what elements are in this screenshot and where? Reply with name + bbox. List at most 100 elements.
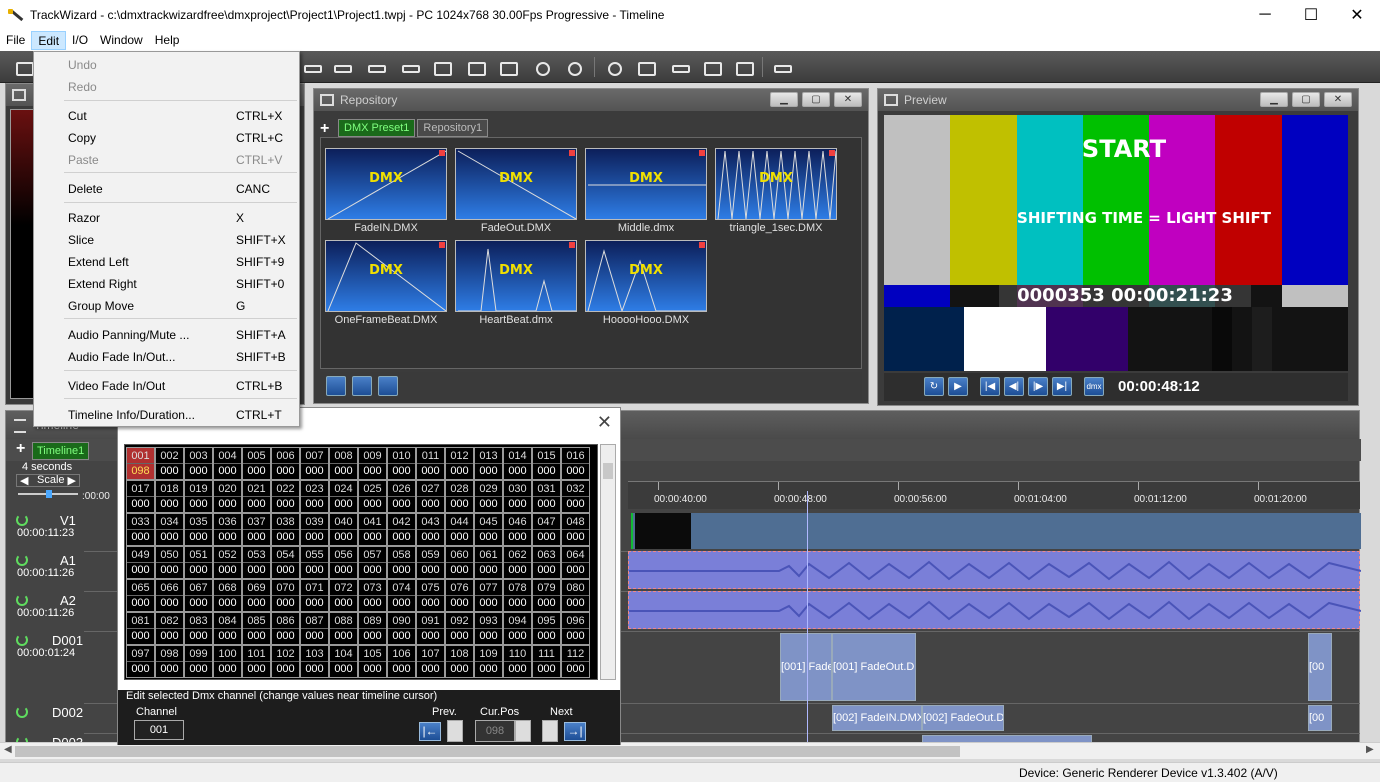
dmx-channel-cell[interactable]: 103 000 xyxy=(300,645,329,678)
dmx-channel-cell[interactable]: 029 000 xyxy=(474,480,503,513)
repository-restore-button[interactable]: ▢ xyxy=(802,92,830,107)
dmx-channel-cell[interactable]: 043 000 xyxy=(416,513,445,546)
menu-help[interactable]: Help xyxy=(149,31,186,50)
grid-icon[interactable] xyxy=(732,57,754,77)
dmx-channel-cell[interactable]: 091 000 xyxy=(416,612,445,645)
dmx-channel-cell[interactable]: 048 000 xyxy=(561,513,590,546)
dmx-channel-cell[interactable]: 112 000 xyxy=(561,645,590,678)
dmx-channel-cell[interactable]: 071 000 xyxy=(300,579,329,612)
audio-clip-a2[interactable] xyxy=(628,591,1361,629)
minimize-button[interactable]: ─ xyxy=(1242,0,1288,30)
step-forward-icon[interactable]: |▶ xyxy=(1028,377,1048,396)
dmx-channel-cell[interactable]: 045 000 xyxy=(474,513,503,546)
preview-minimize-button[interactable]: ▁ xyxy=(1260,92,1288,107)
tab-timeline1[interactable]: Timeline1 xyxy=(32,442,90,460)
menu-item-timeline-info-duration[interactable]: Timeline Info/Duration... CTRL+T xyxy=(34,404,299,426)
open-folder-icon[interactable] xyxy=(378,376,398,396)
dmx-clip-d002-fadein[interactable]: [002] FadeIN.DMX xyxy=(832,705,922,731)
dmx-channel-cell[interactable]: 056 000 xyxy=(329,546,358,579)
track-a2[interactable]: A2 00:00:11:26 xyxy=(12,593,84,631)
dmx-channel-cell[interactable]: 016 000 xyxy=(561,447,590,480)
dmx-channel-cell[interactable]: 087 000 xyxy=(300,612,329,645)
track-d001[interactable]: D001 00:00:01:24 xyxy=(12,633,84,701)
dmx-channel-cell[interactable]: 020 000 xyxy=(213,480,242,513)
preview-close-button[interactable]: ✕ xyxy=(1324,92,1352,107)
expand-icon[interactable] xyxy=(398,57,420,77)
menu-edit[interactable]: Edit xyxy=(31,31,67,50)
dmx-channel-cell[interactable]: 032 000 xyxy=(561,480,590,513)
power-icon[interactable] xyxy=(16,554,28,566)
dmx-channel-cell[interactable]: 061 000 xyxy=(474,546,503,579)
repository-minimize-button[interactable]: ▁ xyxy=(770,92,798,107)
dmx-channel-cell[interactable]: 018 000 xyxy=(155,480,184,513)
dmx-channel-cell[interactable]: 017 000 xyxy=(126,480,155,513)
menu-item-slice[interactable]: Slice SHIFT+X xyxy=(34,229,299,251)
dmx-channel-cell[interactable]: 046 000 xyxy=(503,513,532,546)
extend-icon[interactable] xyxy=(430,57,452,77)
dmx-channel-cell[interactable]: 090 000 xyxy=(387,612,416,645)
dmx-channel-cell[interactable]: 042 000 xyxy=(387,513,416,546)
time-ruler[interactable]: 00:00:40:00 00:00:48:00 00:00:56:00 00:0… xyxy=(628,481,1360,509)
dmx-channel-cell[interactable]: 080 000 xyxy=(561,579,590,612)
dmx-channel-cell[interactable]: 070 000 xyxy=(271,579,300,612)
dmx-channel-cell[interactable]: 009 000 xyxy=(358,447,387,480)
power-icon[interactable] xyxy=(16,594,28,606)
dmx-channel-cell[interactable]: 093 000 xyxy=(474,612,503,645)
track-a1[interactable]: A1 00:00:11:26 xyxy=(12,553,84,591)
dmx-channel-cell[interactable]: 015 000 xyxy=(532,447,561,480)
go-end-icon[interactable]: ▶| xyxy=(1052,377,1072,396)
dmx-channel-cell[interactable]: 098 000 xyxy=(155,645,184,678)
monitor-icon[interactable] xyxy=(700,57,722,77)
dmx-channel-cell[interactable]: 079 000 xyxy=(532,579,561,612)
preset-middle[interactable]: DMX Middle.dmx xyxy=(585,148,707,236)
move-left-icon[interactable] xyxy=(330,57,352,77)
dmx-channel-cell[interactable]: 026 000 xyxy=(387,480,416,513)
preset-triangle[interactable]: DMX triangle_1sec.DMX xyxy=(715,148,837,236)
dmx-channel-cell[interactable]: 094 000 xyxy=(503,612,532,645)
go-start-icon[interactable]: |◀ xyxy=(980,377,1000,396)
preset-heartbeat[interactable]: DMX HeartBeat.dmx xyxy=(455,240,577,328)
dmx-channel-cell[interactable]: 025 000 xyxy=(358,480,387,513)
audio-clip-a1[interactable] xyxy=(628,551,1361,589)
repository-close-button[interactable]: ✕ xyxy=(834,92,862,107)
curpos-field[interactable]: 098 xyxy=(475,720,515,742)
dmx-channel-cell[interactable]: 005 000 xyxy=(242,447,271,480)
dmx-channel-cell[interactable]: 039 000 xyxy=(300,513,329,546)
dmx-channel-cell[interactable]: 066 000 xyxy=(155,579,184,612)
dmx-channel-cell[interactable]: 100 000 xyxy=(213,645,242,678)
dmx-channel-cell[interactable]: 001 098 xyxy=(126,447,155,480)
dmx-channel-cell[interactable]: 008 000 xyxy=(329,447,358,480)
step-back-icon[interactable]: ◀| xyxy=(1004,377,1024,396)
menu-item-copy[interactable]: Copy CTRL+C xyxy=(34,127,299,149)
link-icon[interactable] xyxy=(530,57,552,77)
dmx-channel-cell[interactable]: 096 000 xyxy=(561,612,590,645)
dmx-channel-cell[interactable]: 036 000 xyxy=(213,513,242,546)
preset-oneframebeat[interactable]: DMX OneFrameBeat.DMX xyxy=(325,240,447,328)
play-icon[interactable]: ▶ xyxy=(948,377,968,396)
search-icon[interactable] xyxy=(602,57,624,77)
import-icon[interactable] xyxy=(326,376,346,396)
dmx-channel-cell[interactable]: 003 000 xyxy=(184,447,213,480)
dialog-close-button[interactable]: ✕ xyxy=(597,412,612,433)
dmx-channel-cell[interactable]: 053 000 xyxy=(242,546,271,579)
dmx-channel-cell[interactable]: 065 000 xyxy=(126,579,155,612)
dmx-channel-cell[interactable]: 074 000 xyxy=(387,579,416,612)
preset-fadeout[interactable]: DMX FadeOut.DMX xyxy=(455,148,577,236)
dmx-channel-cell[interactable]: 067 000 xyxy=(184,579,213,612)
power-icon[interactable] xyxy=(16,634,28,646)
next-jump-button[interactable]: →| xyxy=(564,722,586,741)
dmx-channel-cell[interactable]: 075 000 xyxy=(416,579,445,612)
dmx-channel-cell[interactable]: 031 000 xyxy=(532,480,561,513)
align-bottom-icon[interactable] xyxy=(496,57,518,77)
dmx-channel-cell[interactable]: 109 000 xyxy=(474,645,503,678)
dmx-channel-cell[interactable]: 111 000 xyxy=(532,645,561,678)
next-spinner[interactable] xyxy=(542,720,558,742)
dmx-channel-cell[interactable]: 055 000 xyxy=(300,546,329,579)
dmx-channel-cell[interactable]: 049 000 xyxy=(126,546,155,579)
menu-item-extend-left[interactable]: Extend Left SHIFT+9 xyxy=(34,251,299,273)
layout-icon[interactable] xyxy=(634,57,656,77)
menu-window[interactable]: Window xyxy=(94,31,149,50)
add-preset-tab-icon[interactable]: + xyxy=(320,121,336,137)
dmx-toggle-button[interactable]: dmx xyxy=(1084,377,1104,396)
power-icon[interactable] xyxy=(16,514,28,526)
